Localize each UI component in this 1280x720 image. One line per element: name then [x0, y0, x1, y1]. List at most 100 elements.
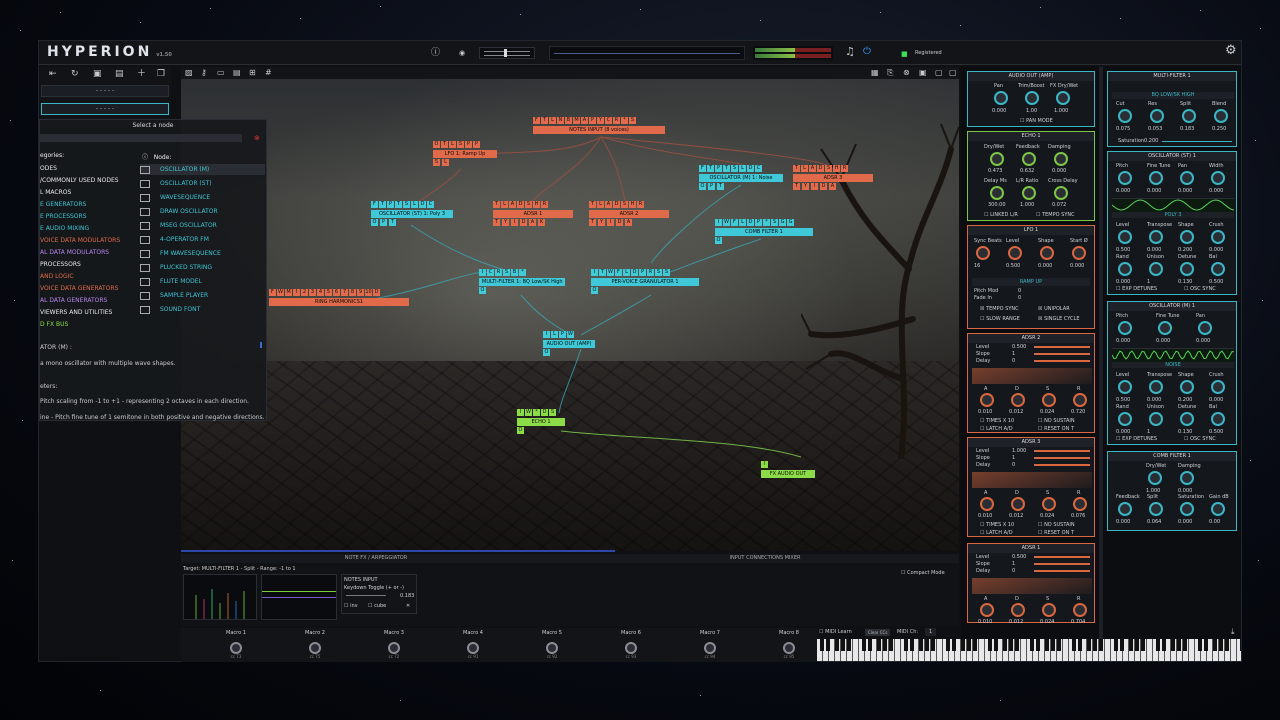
osc-param-knob[interactable] [1180, 230, 1194, 244]
node-param-button[interactable]: D [747, 165, 754, 172]
save-icon[interactable]: ▤ [115, 69, 124, 79]
lfo-param-knob[interactable] [1040, 246, 1054, 260]
lfo-param-knob[interactable] [1008, 246, 1022, 260]
category-item[interactable]: AL DATA GENERATORS [40, 296, 107, 306]
adsr-check[interactable]: ☐ RESET ON T [1038, 530, 1074, 536]
node-param-button[interactable]: D [419, 201, 426, 208]
macro-knob[interactable] [230, 642, 242, 654]
node-output-port[interactable]: T [717, 183, 724, 190]
adsr-knob[interactable] [1011, 603, 1025, 617]
category-item[interactable]: VOICE DATA MODULATORS [40, 236, 120, 246]
node-output-port[interactable]: D [520, 219, 527, 226]
node-param-button[interactable]: W [567, 331, 574, 338]
node-output-port[interactable]: P [708, 183, 715, 190]
node-output-port[interactable]: Y [802, 183, 809, 190]
node-param-button[interactable]: F [615, 269, 622, 276]
osc-param-knob[interactable] [1149, 380, 1163, 394]
node-param-button[interactable]: P [387, 201, 394, 208]
macro-8[interactable]: Macro 8 cc 95 [754, 630, 824, 659]
node-output-port[interactable]: I [511, 219, 518, 226]
category-item[interactable]: VIEWERS AND UTILITIES [40, 308, 112, 318]
macro-knob[interactable] [704, 642, 716, 654]
node-item[interactable]: FM WAVESEQUENCE [140, 248, 265, 259]
remove-mod-icon[interactable]: ✕ [406, 603, 410, 609]
node-output-port[interactable]: O [715, 237, 722, 244]
lfo-param-knob[interactable] [976, 246, 990, 260]
osc-param-knob[interactable] [1211, 230, 1225, 244]
node-item[interactable]: OSCILLATOR (M) [140, 164, 265, 175]
node-param-button[interactable]: 4 [317, 289, 324, 296]
adsr-knob[interactable] [1073, 497, 1087, 511]
category-item[interactable]: AL DATA MODULATORS [40, 248, 109, 258]
adsr-knob[interactable] [1042, 393, 1056, 407]
node-output-port[interactable]: A [829, 183, 836, 190]
adsr-knob[interactable] [980, 497, 994, 511]
macro-knob[interactable] [783, 642, 795, 654]
adsr-check[interactable]: ☐ TIMES X 10 [980, 418, 1014, 424]
node-param-button[interactable]: I [715, 219, 722, 226]
node-param-button[interactable]: F [371, 201, 378, 208]
tab-input-connections[interactable]: INPUT CONNECTIONS MIXER [571, 554, 959, 563]
node-param-button[interactable]: T [589, 201, 596, 208]
node-item[interactable]: MSEG OSCILLATOR [140, 220, 265, 231]
category-item[interactable]: VOICE DATA GENERATORS [40, 284, 118, 294]
macro-knob[interactable] [388, 642, 400, 654]
paste-icon[interactable]: ⎘ [887, 68, 893, 78]
node-param-button[interactable]: B [565, 117, 572, 124]
comb-param-knob[interactable] [1180, 502, 1194, 516]
category-item[interactable]: L MACROS [40, 188, 71, 198]
node-param-button[interactable]: T [599, 269, 606, 276]
node-output-port[interactable]: D [616, 219, 623, 226]
filter-param-knob[interactable] [1214, 109, 1228, 123]
tempo-sync-checkbox[interactable]: ☐ TEMPO SYNC [1036, 212, 1075, 218]
node-graph-canvas[interactable]: F T L N B M A P Y C R * S NOTES INPUT (8 voices) O T L S P… [181, 79, 959, 551]
node-param-button[interactable]: N [557, 117, 564, 124]
echo-param-knob[interactable] [1022, 152, 1036, 166]
exp-detunes-checkbox[interactable]: ☐ EXP DETUNES [1116, 436, 1157, 442]
keydown-slider[interactable] [346, 595, 386, 596]
node-param-button[interactable]: R [613, 117, 620, 124]
osc-param-knob[interactable] [1158, 321, 1172, 335]
node-param-button[interactable]: H [629, 201, 636, 208]
node-param-button[interactable]: R [541, 201, 548, 208]
node-item[interactable]: FLUTE MODEL [140, 276, 265, 287]
node-param-button[interactable]: P [465, 141, 472, 148]
node-param-button[interactable]: S [403, 201, 410, 208]
remove-icon[interactable]: ⊗ [903, 68, 910, 78]
adsr-check[interactable]: ☐ LATCH A/D [980, 426, 1013, 432]
music-note-icon[interactable]: ♫ [845, 46, 855, 57]
node-item[interactable]: WAVESEQUENCE [140, 192, 265, 203]
node-param-button[interactable]: P [715, 165, 722, 172]
midi-channel-select[interactable]: 1 [925, 628, 937, 636]
node-output-port[interactable]: Y [598, 219, 605, 226]
adsr-row-slider[interactable] [1034, 346, 1090, 348]
node-output-port[interactable]: S [433, 159, 440, 166]
node-output-port[interactable]: T [493, 219, 500, 226]
node-adsr1[interactable]: T L A D S H R ADSR 1TYIDAK [493, 201, 573, 231]
category-item[interactable]: E PROCESSORS [40, 212, 87, 222]
selector-search[interactable] [40, 134, 242, 142]
macro-knob[interactable] [546, 642, 558, 654]
node-param-button[interactable]: T [793, 165, 800, 172]
node-echo[interactable]: I W * D S ECHO 1O [517, 409, 565, 439]
disk-icon[interactable]: ▤ [233, 68, 241, 78]
node-output-port[interactable]: D [820, 183, 827, 190]
node-param-button[interactable]: R [637, 201, 644, 208]
node-param-button[interactable]: L [551, 331, 558, 338]
node-param-button[interactable]: P [755, 219, 762, 226]
echo-param-knob[interactable] [1022, 186, 1036, 200]
grid-icon[interactable]: # [265, 68, 272, 78]
node-output-port[interactable]: I [811, 183, 818, 190]
category-item[interactable]: E AUDIO MIXING [40, 224, 89, 234]
node-param-button[interactable]: S [549, 409, 556, 416]
node-osc_st[interactable]: F T P T S L D C OSCILLATOR (ST) 1: Poly 3OPT [371, 201, 453, 231]
node-param-button[interactable]: A [509, 201, 516, 208]
slow-range-checkbox[interactable]: ☐ SLOW RANGE [980, 316, 1020, 322]
node-param-button[interactable]: F [533, 117, 540, 124]
trash-icon[interactable]: ▣ [93, 69, 102, 79]
tab-note-fx[interactable]: NOTE FX / ARPEGGIATOR [181, 554, 571, 563]
echo-param-knob[interactable] [1054, 186, 1068, 200]
node-param-button[interactable]: Y [597, 117, 604, 124]
node-fxout[interactable]: I FX AUDIO OUT [761, 461, 815, 491]
node-param-button[interactable]: T [541, 117, 548, 124]
